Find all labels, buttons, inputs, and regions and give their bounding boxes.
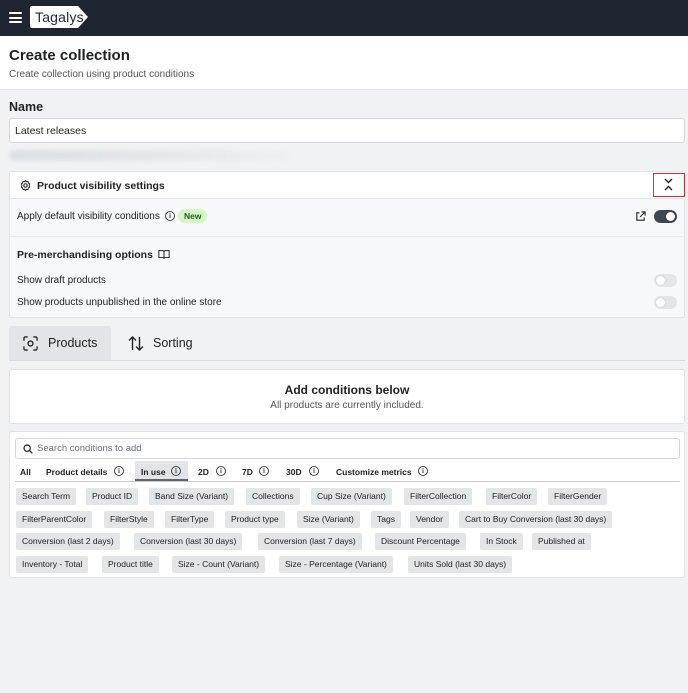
condition-chip[interactable]: FilterType (165, 511, 215, 528)
sort-arrows-icon (128, 336, 144, 351)
filter-tab-in-use[interactable]: In use i (135, 461, 188, 481)
filter-tab-30d[interactable]: 30D i (281, 461, 325, 481)
search-icon (23, 444, 33, 454)
condition-chip[interactable]: Search Term (16, 488, 77, 505)
info-icon[interactable]: i (171, 466, 181, 476)
apply-default-visibility-label: Apply default visibility conditions (17, 211, 160, 222)
show-unpublished-products-toggle[interactable] (654, 296, 677, 309)
condition-chip[interactable]: Discount Percentage (375, 533, 466, 550)
condition-chip[interactable]: Size (Variant) (297, 511, 360, 528)
info-icon[interactable]: i (418, 466, 428, 476)
filter-tab-2d[interactable]: 2D i (193, 461, 230, 481)
condition-chip[interactable]: Conversion (last 30 days) (134, 533, 243, 550)
collapse-button[interactable] (653, 173, 685, 197)
condition-chip[interactable]: Cart to Buy Conversion (last 30 days) (459, 511, 613, 528)
condition-chip[interactable]: Published at (532, 533, 591, 550)
apply-default-visibility-toggle[interactable] (654, 210, 677, 223)
main-tabs: Products Sorting (9, 326, 685, 360)
page-title: Create collection (9, 47, 130, 64)
filter-tab-all[interactable]: All (15, 461, 35, 481)
filter-tab-all-label: All (20, 467, 31, 477)
filter-tab-product-details-label: Product details (46, 467, 108, 477)
condition-chip[interactable]: Inventory - Total (16, 556, 89, 573)
condition-chip[interactable]: FilterStyle (104, 511, 154, 528)
show-draft-products-label: Show draft products (17, 275, 106, 286)
apply-default-visibility-row: Apply default visibility conditions i Ne… (10, 200, 684, 237)
info-icon[interactable]: i (114, 466, 124, 476)
info-icon[interactable]: i (309, 466, 319, 476)
tab-sorting-label: Sorting (153, 336, 193, 350)
condition-chip[interactable]: Size - Count (Variant) (172, 556, 266, 573)
name-label: Name (9, 100, 44, 114)
info-icon[interactable]: i (259, 466, 269, 476)
hamburger-menu-icon[interactable] (9, 12, 22, 23)
name-input[interactable] (9, 118, 685, 143)
condition-chip[interactable]: Vendor (410, 511, 449, 528)
page-header: Create collection Create collection usin… (0, 36, 688, 90)
condition-chip[interactable]: Units Sold (last 30 days) (408, 556, 513, 573)
condition-chip[interactable]: Product title (102, 556, 159, 573)
filter-tab-7d[interactable]: 7D i (237, 461, 274, 481)
collapse-chevrons-icon (664, 178, 673, 191)
filter-tabs-divider (15, 481, 680, 482)
visibility-settings-card: Product visibility settings Apply defaul… (9, 171, 685, 318)
conditions-search-card: All Product details i In use i 2D i 7D i… (9, 431, 685, 578)
condition-chip[interactable]: Conversion (last 7 days) (258, 533, 362, 550)
condition-chip[interactable]: In Stock (480, 533, 523, 550)
filter-tab-7d-label: 7D (242, 467, 253, 477)
tab-products[interactable]: Products (9, 326, 111, 360)
condition-chip[interactable]: Product ID (86, 488, 139, 505)
pre-merchandising-title: Pre-merchandising options (17, 249, 153, 261)
conditions-card: Add conditions below All products are cu… (9, 369, 685, 424)
tab-sorting[interactable]: Sorting (113, 326, 213, 360)
condition-chip[interactable]: Product type (225, 511, 285, 528)
show-unpublished-products-label: Show products unpublished in the online … (17, 297, 222, 308)
filter-tab-in-use-label: In use (141, 467, 166, 477)
new-badge: New (178, 209, 208, 223)
condition-chip[interactable]: FilterColor (486, 488, 538, 505)
tab-products-label: Products (48, 336, 98, 350)
condition-chip[interactable]: Cup Size (Variant) (311, 488, 392, 505)
condition-chip[interactable]: FilterGender (548, 488, 608, 505)
show-draft-products-toggle[interactable] (654, 274, 677, 287)
condition-chip[interactable]: Band Size (Variant) (149, 488, 235, 505)
info-icon[interactable]: i (165, 211, 175, 221)
conditions-subtitle: All products are currently included. (270, 400, 424, 411)
condition-chip[interactable]: Size - Percentage (Variant) (279, 556, 393, 573)
conditions-title: Add conditions below (284, 383, 410, 397)
book-icon[interactable] (158, 249, 170, 260)
product-scan-icon (23, 336, 38, 351)
search-box[interactable] (15, 438, 680, 459)
page-subtitle: Create collection using product conditio… (9, 69, 195, 80)
info-icon[interactable]: i (216, 466, 226, 476)
gear-icon (20, 179, 31, 192)
filter-tab-2d-label: 2D (198, 467, 209, 477)
blurred-text (9, 150, 289, 161)
filter-tab-customize-metrics[interactable]: Customize metrics i (331, 461, 433, 481)
filter-tab-customize-metrics-label: Customize metrics (336, 467, 412, 477)
filter-tab-product-details[interactable]: Product details i (41, 461, 129, 481)
condition-chip[interactable]: Tags (371, 511, 401, 528)
condition-chip[interactable]: FilterCollection (404, 488, 473, 505)
visibility-settings-title: Product visibility settings (37, 180, 165, 192)
condition-chip[interactable]: FilterParentColor (16, 511, 93, 528)
visibility-settings-header[interactable]: Product visibility settings (10, 172, 685, 199)
filter-tab-30d-label: 30D (286, 467, 302, 477)
top-bar: Tagalys (0, 0, 688, 36)
condition-chip[interactable]: Collections (246, 488, 300, 505)
tabs-divider (9, 360, 685, 361)
external-link-icon[interactable] (635, 211, 646, 222)
logo-text: Tagalys (35, 9, 84, 25)
search-input[interactable] (37, 441, 667, 456)
condition-chip[interactable]: Conversion (last 2 days) (16, 533, 120, 550)
